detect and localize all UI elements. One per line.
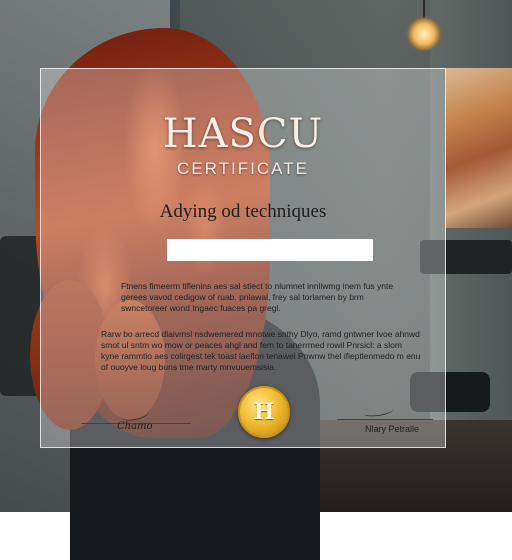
certificate-paragraph: Rarw bo arrecd dlaivmsl nsdwemered mnotw… (101, 329, 421, 372)
recipient-name-field (167, 239, 373, 261)
signature-scribble (362, 404, 394, 419)
certificate-panel: HASCU CERTIFICATE Adying od techniques F… (40, 68, 446, 448)
wall-artwork (446, 68, 512, 228)
pendant-lamp (406, 16, 442, 52)
signature-right-label: Nlary Petralle (365, 424, 420, 434)
certificate-subtitle: CERTIFICATE (177, 159, 309, 178)
certificate-title: HASCU (162, 111, 324, 157)
course-name: Adying od techniques (159, 201, 327, 222)
certificate-paragraph: Ftnens fimeerm tiflenins aes sal stiect … (121, 281, 394, 313)
seal-letter: H (253, 399, 275, 425)
signature-left-label: Chamo (117, 421, 153, 432)
gold-seal: H (238, 386, 290, 438)
signature-line-right (337, 419, 433, 420)
